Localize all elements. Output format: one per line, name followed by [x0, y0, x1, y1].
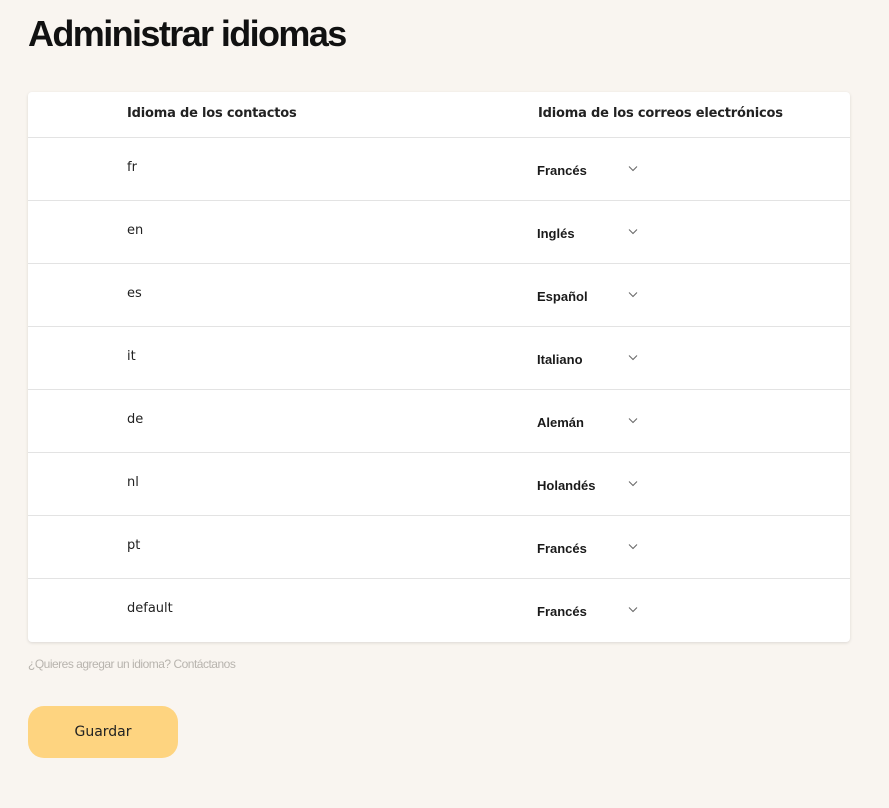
- email-language-value: Español: [537, 289, 588, 304]
- table-row: nl Holandés: [28, 453, 850, 516]
- page-title: Administrar idiomas: [28, 13, 347, 54]
- hint-question: ¿Quieres agregar un idioma?: [28, 657, 171, 671]
- contact-language-code: nl: [127, 475, 139, 490]
- table-row: es Español: [28, 264, 850, 327]
- page: Administrar idiomas Idioma de los contac…: [0, 0, 889, 808]
- chevron-down-icon: [628, 418, 638, 424]
- email-language-value: Francés: [537, 163, 587, 178]
- email-language-select[interactable]: Inglés: [537, 219, 641, 247]
- contact-language-code: de: [127, 412, 144, 427]
- table-row: it Italiano: [28, 327, 850, 390]
- email-language-value: Alemán: [537, 415, 584, 430]
- add-language-hint: ¿Quieres agregar un idioma? Contáctanos: [28, 657, 236, 671]
- contact-language-code: default: [127, 601, 173, 616]
- table-row: fr Francés: [28, 138, 850, 201]
- contact-us-link[interactable]: Contáctanos: [173, 657, 235, 671]
- contact-language-code: it: [127, 349, 136, 364]
- table-row: en Inglés: [28, 201, 850, 264]
- contact-language-code: en: [127, 223, 144, 238]
- header-email-language: Idioma de los correos electrónicos: [538, 106, 783, 121]
- email-language-select[interactable]: Holandés: [537, 471, 641, 499]
- email-language-select[interactable]: Francés: [537, 597, 641, 625]
- table-row: de Alemán: [28, 390, 850, 453]
- chevron-down-icon: [628, 544, 638, 550]
- chevron-down-icon: [628, 166, 638, 172]
- email-language-select[interactable]: Alemán: [537, 408, 641, 436]
- table-row: pt Francés: [28, 516, 850, 579]
- contact-language-code: fr: [127, 160, 137, 175]
- email-language-value: Francés: [537, 541, 587, 556]
- email-language-value: Holandés: [537, 478, 596, 493]
- chevron-down-icon: [628, 355, 638, 361]
- table-row: default Francés: [28, 579, 850, 642]
- chevron-down-icon: [628, 229, 638, 235]
- save-button[interactable]: Guardar: [28, 706, 178, 758]
- email-language-select[interactable]: Español: [537, 282, 641, 310]
- table-body: fr Francés en Inglés es Español it Italiano de Al…: [28, 138, 850, 642]
- contact-language-code: es: [127, 286, 142, 301]
- email-language-select[interactable]: Francés: [537, 156, 641, 184]
- email-language-value: Italiano: [537, 352, 583, 367]
- email-language-select[interactable]: Italiano: [537, 345, 641, 373]
- email-language-select[interactable]: Francés: [537, 534, 641, 562]
- languages-table: Idioma de los contactos Idioma de los co…: [28, 92, 850, 642]
- header-contact-language: Idioma de los contactos: [127, 106, 297, 121]
- chevron-down-icon: [628, 481, 638, 487]
- contact-language-code: pt: [127, 538, 141, 553]
- chevron-down-icon: [628, 607, 638, 613]
- email-language-value: Francés: [537, 604, 587, 619]
- table-header: Idioma de los contactos Idioma de los co…: [28, 92, 850, 138]
- email-language-value: Inglés: [537, 226, 575, 241]
- chevron-down-icon: [628, 292, 638, 298]
